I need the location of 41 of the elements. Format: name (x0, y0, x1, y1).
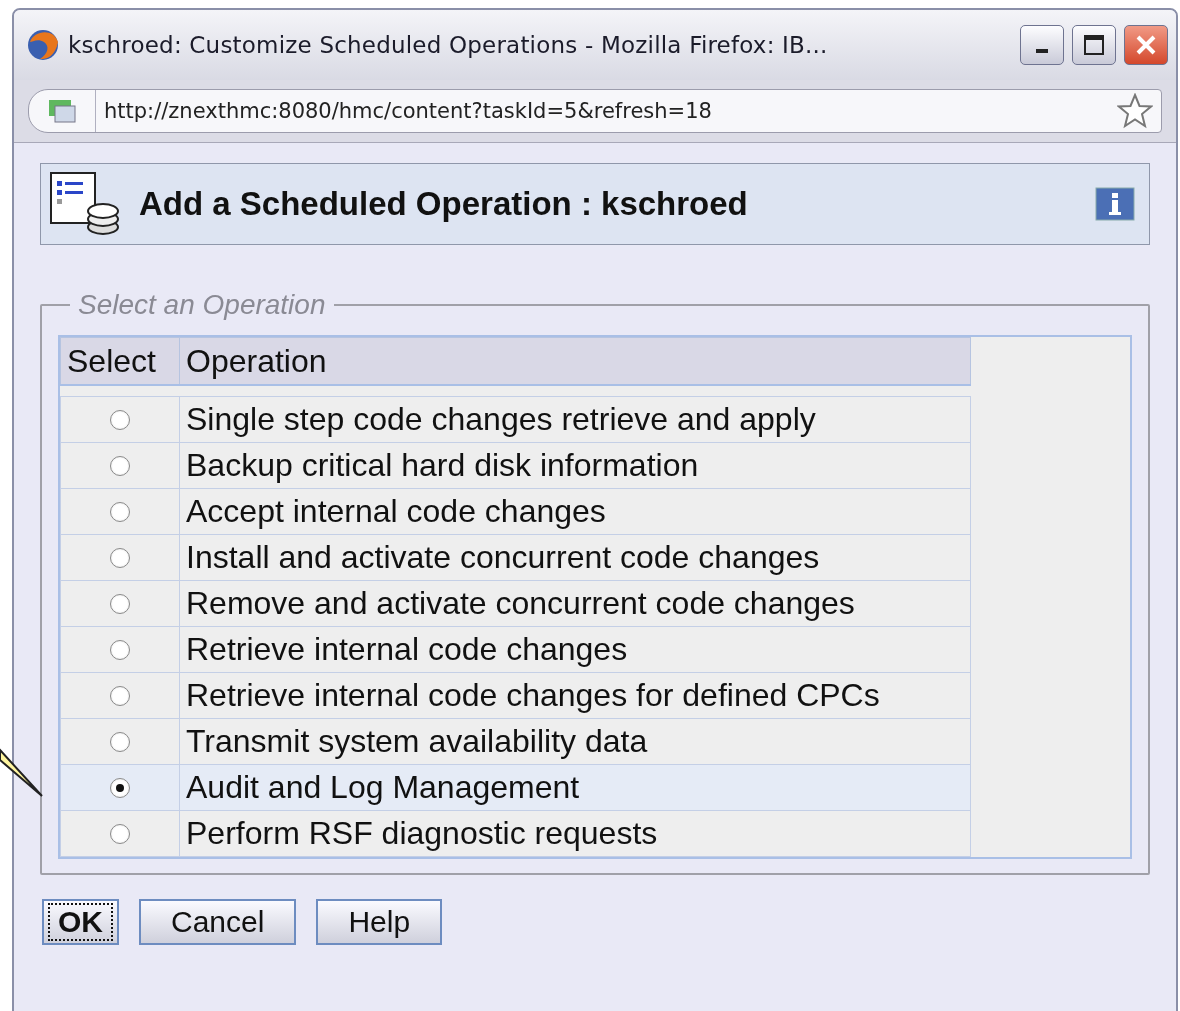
list-and-disks-icon (49, 171, 121, 237)
page-heading: Add a Scheduled Operation : kschroed (139, 185, 749, 223)
page-icon (47, 98, 77, 124)
radio-button[interactable] (110, 639, 130, 660)
radio-button[interactable] (110, 685, 130, 706)
radio-button[interactable] (110, 547, 130, 568)
dialog-button[interactable]: Help (316, 899, 443, 945)
star-icon[interactable] (1117, 93, 1153, 129)
minimize-button[interactable] (1020, 25, 1064, 65)
dialog-button[interactable]: OK (42, 899, 119, 945)
operation-cell: Remove and activate concurrent code changes (179, 580, 971, 627)
close-button[interactable] (1124, 25, 1168, 65)
operation-cell: Audit and Log Management (179, 764, 971, 811)
radio-button[interactable] (110, 455, 130, 476)
radio-button[interactable] (110, 409, 130, 430)
radio-button[interactable] (110, 501, 130, 522)
operation-cell: Retrieve internal code changes (179, 626, 971, 673)
radio-button[interactable] (110, 593, 130, 614)
operation-cell: Transmit system availability data (179, 718, 971, 765)
minimize-icon (1036, 49, 1048, 53)
operation-cell: Install and activate concurrent code changes (179, 534, 971, 581)
column-header: Operation (179, 337, 971, 385)
maximize-icon (1083, 34, 1105, 56)
address-field[interactable]: http://znexthmc:8080/hmc/content?taskId=5&refresh=18 (28, 89, 1162, 133)
radio-button[interactable] (110, 823, 130, 844)
info-icon[interactable] (1095, 187, 1135, 221)
url-text: http://znexthmc:8080/hmc/content?taskId=5&refresh=18 (103, 99, 713, 123)
operation-cell: Perform RSF diagnostic requests (179, 810, 971, 857)
radio-button[interactable] (110, 731, 130, 752)
operation-cell: Retrieve internal code changes for defined CPCs (179, 672, 971, 719)
close-icon (1134, 33, 1158, 57)
dialog-button[interactable]: Cancel (139, 899, 297, 945)
maximize-button[interactable] (1072, 25, 1116, 65)
operation-cell: Single step code changes retrieve and apply (179, 396, 971, 443)
window-title: kschroed: Customize Scheduled Operations - Mozilla Firefox: IB... (68, 32, 829, 58)
group-legend: Select an Operation (70, 289, 334, 321)
browser-logo-icon (26, 28, 60, 62)
radio-button[interactable] (110, 777, 130, 798)
operation-cell: Backup critical hard disk information (179, 442, 971, 489)
column-header: Select (60, 337, 180, 385)
operation-cell: Accept internal code changes (179, 488, 971, 535)
